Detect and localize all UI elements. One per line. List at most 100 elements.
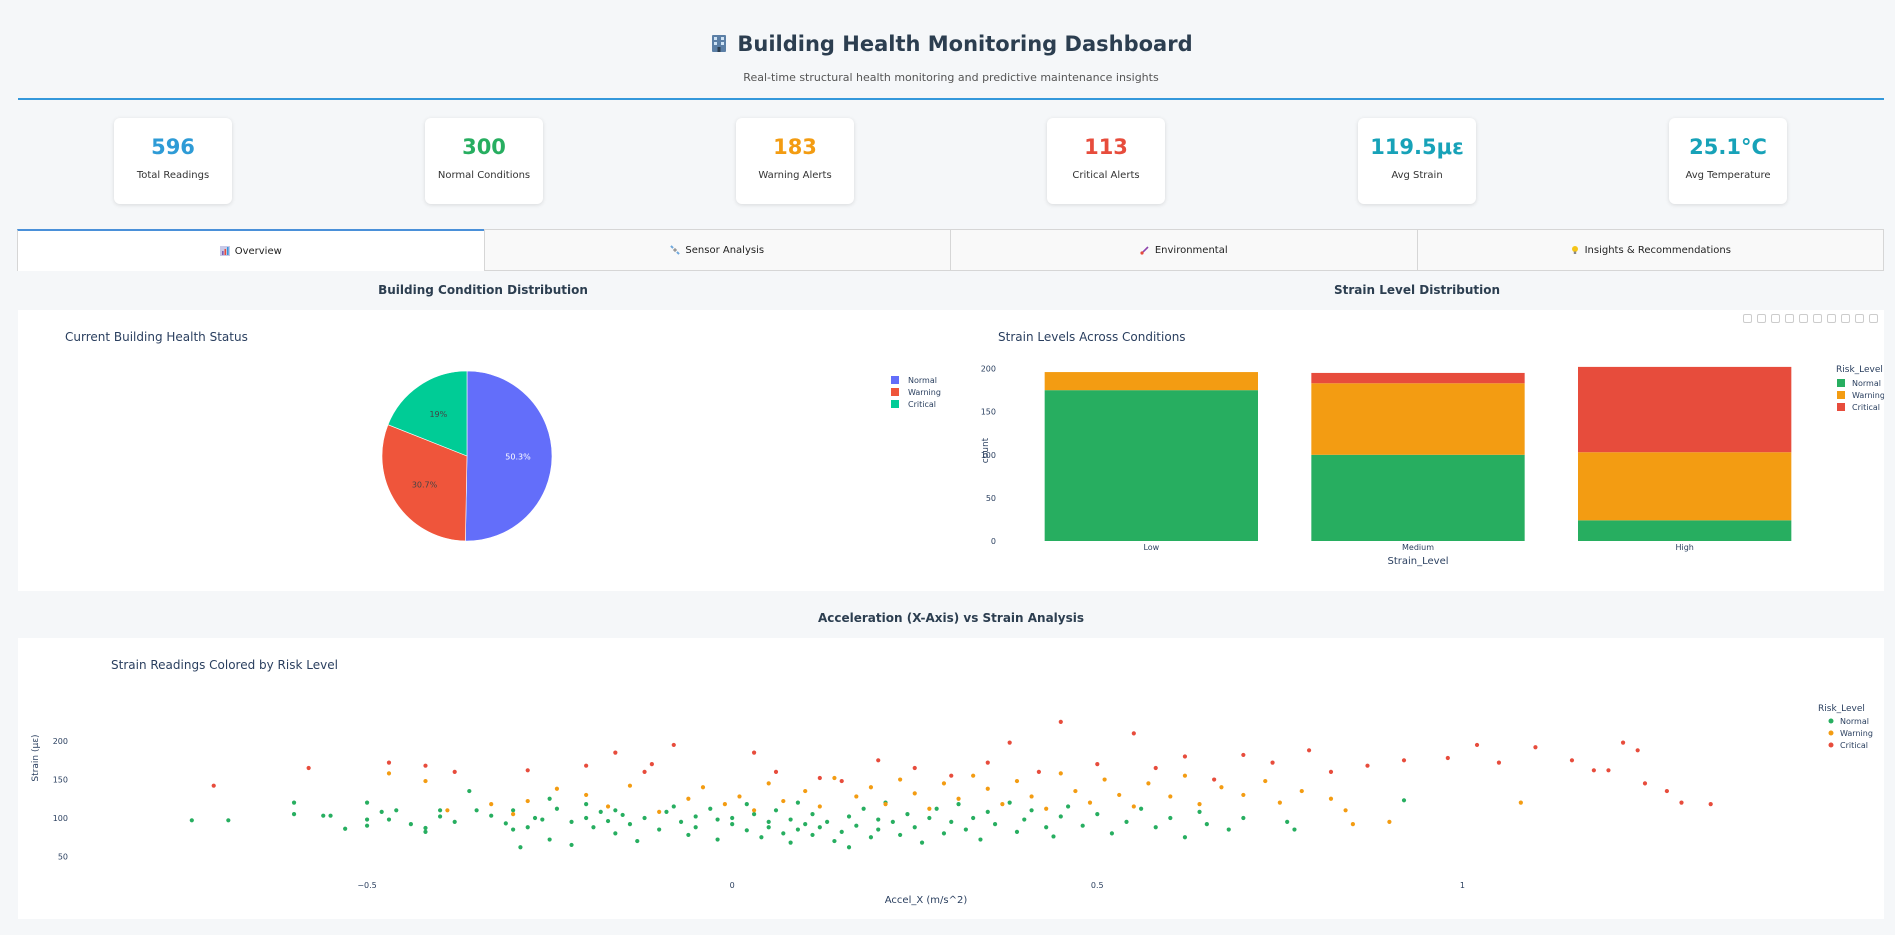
kpi-card-total-readings: 596 Total Readings [114, 118, 232, 204]
scatter-chart: 50 100 150 200 −0.5 0 0.5 1 Strain (με) Accel_X (… [31, 704, 1873, 906]
scatter-point-critical [642, 769, 647, 774]
scatter-point-critical [1036, 769, 1041, 774]
scatter-point-warning [445, 808, 450, 813]
scatter-point-normal [715, 817, 720, 822]
scatter-point-normal [503, 821, 508, 826]
scatter-point-normal [854, 823, 859, 828]
legend-label-warning: Warning [1840, 729, 1873, 738]
scatter-point-normal [832, 838, 837, 844]
scatter-point-normal [364, 817, 370, 822]
pie-slice-label: 30.7% [412, 480, 438, 489]
tab-overview[interactable]: Overview [17, 229, 485, 271]
kpi-card-normal-conditions: 300 Normal Conditions [425, 118, 543, 204]
scatter-point-warning [423, 778, 428, 784]
kpi-value: 183 [773, 135, 817, 159]
kpi-card-critical-alerts: 113 Critical Alerts [1047, 118, 1165, 204]
legend-label-warning: Warning [908, 388, 941, 397]
scatter-point-normal [1139, 806, 1144, 811]
legend-swatch-critical [891, 400, 899, 408]
scatter-point-normal [810, 812, 815, 817]
scatter-point-warning [1518, 800, 1523, 805]
scatter-point-normal [817, 825, 822, 830]
tab-insights[interactable]: Insights & Recommendations [1416, 229, 1884, 271]
x-tick-label: 0 [730, 881, 735, 890]
scatter-point-warning [700, 785, 706, 790]
scatter-point-normal [715, 837, 720, 842]
scatter-point-warning [898, 777, 903, 782]
scatter-point-critical [671, 742, 676, 748]
bar-normal-high [1578, 520, 1792, 541]
scatter-point-critical [1642, 781, 1648, 786]
scatter-point-normal [540, 817, 545, 822]
scatter-point-warning [1102, 777, 1107, 782]
legend-marker-normal [1828, 718, 1834, 724]
scatter-point-warning [1182, 773, 1188, 778]
scatter-point-normal [678, 819, 684, 824]
scatter-point-normal [795, 827, 801, 832]
scatter-point-normal [627, 822, 633, 827]
scatter-point-critical [912, 765, 917, 771]
scatter-point-critical [1328, 769, 1334, 774]
scatter-point-normal [518, 845, 523, 850]
scatter-point-warning [525, 798, 530, 804]
scatter-point-normal [941, 831, 947, 836]
scatter-point-warning [985, 786, 990, 791]
scatter-point-critical [1664, 788, 1669, 794]
tab-sensor-analysis[interactable]: Sensor Analysis [483, 229, 951, 271]
tab-bar: Overview Sensor Analysis Environmental I… [17, 229, 1884, 271]
y-tick-label: 150 [981, 408, 996, 417]
scatter-point-normal [1241, 815, 1246, 821]
legend-label-normal: Normal [1852, 379, 1881, 388]
scatter-point-normal [1058, 814, 1063, 819]
scatter-point-normal [664, 809, 669, 814]
scatter-point-normal [956, 802, 961, 807]
scatter-point-normal [1007, 800, 1012, 805]
tab-environmental[interactable]: Environmental [950, 229, 1418, 271]
kpi-card-avg-strain: 119.5με Avg Strain [1358, 118, 1476, 204]
section-title-condition: Building Condition Distribution [378, 283, 588, 297]
kpi-card-warning-alerts: 183 Warning Alerts [736, 118, 854, 204]
scatter-point-critical [649, 762, 654, 767]
scatter-point-normal [730, 822, 735, 827]
building-icon [712, 35, 727, 52]
scatter-point-critical [817, 775, 822, 781]
scatter-point-warning [1299, 788, 1304, 794]
scatter-point-critical [949, 773, 954, 778]
scatter-point-critical [1474, 742, 1480, 748]
kpi-label: Warning Alerts [758, 170, 832, 181]
scatter-point-warning [956, 796, 961, 801]
scatter-point-normal [927, 815, 932, 821]
scatter-point-normal [788, 840, 793, 845]
scatter-point-normal [992, 822, 998, 827]
scatter-point-normal [795, 800, 801, 805]
bar-normal-low [1044, 390, 1258, 541]
scatter-point-warning [605, 804, 611, 809]
bar-critical-high [1578, 366, 1792, 453]
y-tick-label: 150 [53, 776, 68, 785]
scatter-point-normal [751, 812, 757, 817]
scatter-point-critical [1131, 731, 1136, 736]
scatter-point-normal [963, 827, 968, 832]
bar-warning-high [1578, 452, 1792, 521]
legend-title: Risk_Level [1836, 365, 1883, 375]
scatter-point-normal [525, 825, 530, 830]
scatter-point-warning [1343, 808, 1348, 813]
scatter-point-normal [912, 825, 917, 830]
scatter-point-critical [1153, 765, 1158, 771]
scatter-point-critical [751, 750, 757, 755]
legend-label-critical: Critical [1852, 403, 1880, 412]
scatter-point-normal [934, 806, 939, 811]
scatter-point-normal [532, 815, 538, 821]
scatter-point-normal [693, 825, 698, 830]
scatter-point-normal [708, 806, 713, 811]
page-title-text: Building Health Monitoring Dashboard [737, 32, 1193, 56]
scatter-point-warning [817, 804, 822, 809]
scatter-point-warning [781, 798, 786, 804]
scatter-point-normal [868, 835, 874, 840]
bar-normal-medium [1311, 454, 1525, 541]
scatter-point-warning [1328, 796, 1334, 801]
scatter-point-warning [1000, 802, 1005, 807]
scatter-point-normal [321, 813, 326, 818]
scatter-point-warning [1219, 785, 1224, 790]
scatter-point-normal [1153, 825, 1158, 830]
